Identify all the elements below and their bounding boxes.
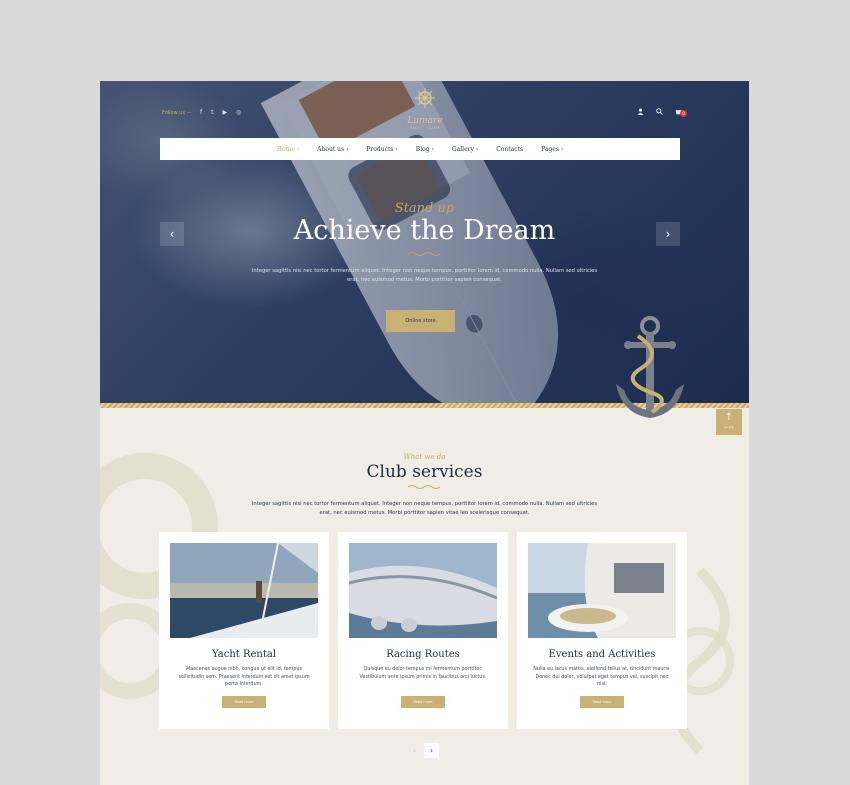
service-description: Nulla eu lacus mattis, eleifend tellus a… bbox=[533, 667, 671, 687]
page: Follow us — f t ▶ ◎ 0 Lumare YACHT · CLU… bbox=[100, 81, 749, 785]
site-logo[interactable]: Lumare YACHT · CLUB bbox=[390, 87, 460, 130]
anchor-icon bbox=[616, 316, 684, 418]
read-more-button[interactable]: Read more bbox=[580, 696, 624, 708]
ship-wheel-icon bbox=[390, 87, 460, 114]
nav-item-pages[interactable]: Pages › bbox=[541, 146, 563, 153]
carousel-next-button[interactable]: › bbox=[424, 743, 439, 758]
carousel-prev-button[interactable]: ‹ bbox=[407, 743, 422, 758]
services-description: Integer sagittis nisi nec tortor ferment… bbox=[251, 501, 598, 516]
nav-item-products[interactable]: Products › bbox=[366, 146, 397, 153]
scroll-to-top-label: go top bbox=[724, 425, 734, 429]
youtube-icon[interactable]: ▶ bbox=[222, 109, 227, 116]
service-title: Racing Routes bbox=[386, 649, 460, 660]
service-description: Maecenas augue nibh, congue ut elit id, … bbox=[178, 667, 310, 687]
main-navigation: Home › About us › Products › Blog › Gall… bbox=[160, 138, 680, 160]
service-image-racing-routes bbox=[349, 543, 497, 638]
user-icon[interactable] bbox=[637, 108, 644, 117]
follow-us-label: Follow us — bbox=[162, 110, 192, 116]
wave-divider-icon bbox=[408, 485, 440, 489]
search-icon[interactable] bbox=[655, 108, 663, 117]
read-more-button[interactable]: Read more bbox=[401, 696, 445, 708]
hero-script-heading: Stand up bbox=[394, 201, 455, 216]
logo-name: Lumare bbox=[407, 116, 443, 126]
service-title: Events and Activities bbox=[548, 649, 656, 660]
arrow-up-icon: ↑ bbox=[724, 412, 734, 423]
read-more-button[interactable]: Read more bbox=[222, 696, 266, 708]
online-store-button[interactable]: Online store bbox=[386, 310, 455, 332]
nav-item-contacts[interactable]: Contacts bbox=[496, 146, 523, 153]
service-image-events bbox=[528, 543, 676, 638]
nav-item-home[interactable]: Home › bbox=[277, 146, 299, 153]
service-image-yacht-rental bbox=[170, 543, 318, 638]
service-title: Yacht Rental bbox=[211, 649, 277, 660]
service-card: Yacht Rental Maecenas augue nibh, congue… bbox=[159, 532, 329, 729]
wave-divider-icon bbox=[408, 252, 440, 256]
services-script-heading: What we do bbox=[403, 453, 446, 461]
social-links: f t ▶ ◎ bbox=[200, 109, 241, 116]
scroll-to-top-button[interactable]: ↑ go top bbox=[716, 409, 742, 435]
services-title: Club services bbox=[366, 462, 483, 482]
instagram-icon[interactable]: ◎ bbox=[236, 109, 241, 116]
twitter-icon[interactable]: t bbox=[211, 109, 213, 116]
cart-count-badge: 0 bbox=[680, 110, 687, 117]
hero-description: Integer sagittis nisi nec tortor ferment… bbox=[251, 268, 598, 283]
nav-item-gallery[interactable]: Gallery › bbox=[452, 146, 478, 153]
nav-item-blog[interactable]: Blog › bbox=[416, 146, 434, 153]
facebook-icon[interactable]: f bbox=[200, 109, 202, 116]
hero-title: Achieve the Dream bbox=[293, 215, 556, 246]
service-card: Racing Routes Quisque eu dolor tempus mi… bbox=[338, 532, 508, 729]
header-actions: 0 bbox=[637, 108, 687, 117]
cart-icon[interactable]: 0 bbox=[675, 108, 687, 117]
logo-tagline: YACHT · CLUB bbox=[410, 126, 440, 130]
service-card: Events and Activities Nulla eu lacus mat… bbox=[517, 532, 687, 729]
nav-item-about[interactable]: About us › bbox=[317, 146, 348, 153]
service-description: Quisque eu dolor tempus mi fermentum por… bbox=[359, 667, 487, 680]
